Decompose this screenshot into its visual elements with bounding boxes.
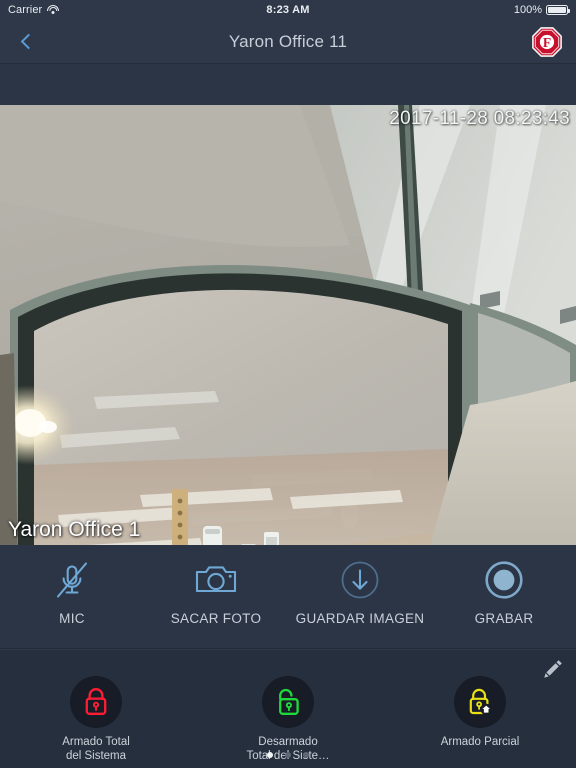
microphone-muted-icon — [53, 559, 91, 601]
armado-total-button[interactable]: Armado Total del Sistema — [0, 650, 192, 763]
octagon-f-logo-icon[interactable]: F — [532, 26, 562, 57]
armado-parcial-label: Armado Parcial — [441, 735, 520, 749]
sacar-foto-button[interactable]: SACAR FOTO — [144, 545, 288, 648]
armado-parcial-circle — [454, 676, 506, 728]
lock-home-icon — [469, 688, 492, 715]
mic-button[interactable]: MIC — [0, 545, 144, 648]
page-title: Yaron Office 11 — [228, 31, 348, 51]
guardar-imagen-label: GUARDAR IMAGEN — [295, 611, 425, 626]
video-camera-name: Yaron Office 1 — [8, 518, 141, 541]
camera-icon — [194, 559, 238, 601]
desarmado-total-circle — [262, 676, 314, 728]
video-feed[interactable]: 2017-11-28 08:23:43 Yaron Office 1 — [0, 105, 576, 545]
page-indicator-dots[interactable] — [0, 752, 576, 758]
armado-total-label: Armado Total del Sistema — [62, 735, 130, 763]
camera-control-bar: MIC SACAR FOTO GUARDAR IMAGEN GRABAR — [0, 545, 576, 649]
lock-closed-icon — [85, 688, 107, 715]
chevron-left-icon — [20, 33, 36, 50]
desarmado-total-label: Desarmado Total del Siste… — [246, 735, 329, 763]
app-root: Carrier 8:23 AM 100% Yaron Office 11 F 2… — [0, 0, 576, 768]
grabar-label: GRABAR — [474, 611, 534, 626]
battery-full-icon — [546, 5, 570, 15]
lock-open-icon — [279, 688, 299, 715]
desarmado-total-button[interactable]: Desarmado Total del Siste… — [192, 650, 384, 763]
back-button[interactable] — [0, 20, 52, 64]
grabar-button[interactable]: GRABAR — [432, 545, 576, 648]
mic-label: MIC — [59, 611, 85, 626]
page-dot-3[interactable] — [303, 752, 309, 758]
guardar-imagen-button[interactable]: GUARDAR IMAGEN — [288, 545, 432, 648]
pencil-edit-icon[interactable] — [542, 658, 564, 680]
page-dot-1[interactable] — [267, 752, 273, 758]
video-timestamp: 2017-11-28 08:23:43 — [389, 108, 570, 129]
desarmado-total-label-line1: Desarmado — [258, 736, 318, 748]
armado-total-label-line1: Armado Total — [62, 736, 130, 748]
record-circle-icon — [484, 559, 524, 601]
armado-total-circle — [70, 676, 122, 728]
nav-spacer — [0, 64, 576, 105]
nav-bar: Yaron Office 11 F — [0, 20, 576, 64]
sacar-foto-label: SACAR FOTO — [170, 611, 262, 626]
battery-percent-label: 100% — [513, 4, 542, 16]
svg-text:F: F — [543, 35, 551, 50]
system-actions-panel: Armado Total del Sistema Desarmado Total… — [0, 649, 576, 768]
status-bar: Carrier 8:23 AM 100% — [0, 0, 576, 20]
status-bar-clock: 8:23 AM — [266, 4, 310, 16]
download-circle-icon — [340, 559, 380, 601]
status-bar-right: 100% — [513, 4, 570, 16]
armado-parcial-label-line1: Armado Parcial — [440, 736, 520, 748]
page-dot-2[interactable] — [285, 752, 291, 758]
video-frame-image — [0, 105, 576, 545]
